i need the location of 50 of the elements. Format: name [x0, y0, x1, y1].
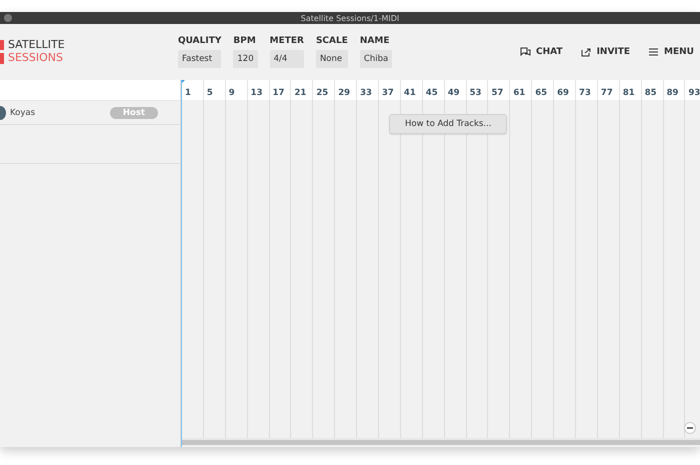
chat-button[interactable]: CHAT [520, 47, 563, 57]
bar-number: 29 [335, 80, 358, 100]
bar-number: 93 [685, 80, 700, 100]
bar-number: 33 [357, 80, 380, 100]
bar-number: 45 [422, 80, 445, 100]
chat-icon [520, 47, 532, 57]
bar-number: 73 [576, 80, 598, 100]
bar-number: 57 [488, 80, 510, 100]
zoom-out-icon[interactable] [684, 422, 696, 434]
setting-label: NAME [360, 36, 390, 46]
bar-number: 17 [270, 80, 292, 100]
bar-number: 85 [642, 80, 664, 100]
bar-number: 81 [620, 80, 642, 100]
share-icon [580, 47, 592, 57]
bar-number: 13 [248, 80, 270, 100]
bar-number: 89 [664, 80, 686, 100]
menu-button[interactable]: MENU [648, 47, 694, 57]
bar-number: 37 [379, 80, 401, 100]
setting-field[interactable]: 4/4 [270, 50, 304, 68]
setting-field[interactable]: Fastest [178, 50, 222, 68]
bar-number: 65 [532, 80, 554, 100]
scrollbar[interactable] [182, 438, 700, 445]
setting-field[interactable]: 120 [233, 50, 258, 68]
window-title: Satellite Sessions/1-MIDI [300, 14, 400, 22]
bar-number: 61 [510, 80, 532, 100]
invite-button[interactable]: INVITE [580, 47, 630, 57]
bar-number: 53 [466, 80, 488, 100]
bar-number: 21 [291, 80, 314, 100]
menu-icon [648, 47, 660, 57]
participant-name: Koyas [10, 108, 36, 118]
logo-text: SATELLITE [8, 39, 65, 52]
bar-number: 9 [226, 80, 248, 100]
bar-number: 25 [313, 80, 336, 100]
setting-label: BPM [233, 36, 257, 46]
setting-field[interactable]: None [316, 50, 348, 68]
role-badge: Host [110, 106, 158, 118]
setting-label: METER [270, 36, 304, 46]
add-tracks-button[interactable]: How to Add Tracks... [389, 114, 508, 134]
logo-text: SESSIONS [8, 52, 64, 65]
setting-field[interactable]: Chiba [360, 50, 392, 68]
setting-label: QUALITY [178, 36, 222, 46]
close-button[interactable] [4, 14, 12, 22]
bar-number: 49 [444, 80, 467, 100]
bar-number: 5 [204, 80, 226, 100]
bar-number: 41 [400, 80, 423, 100]
bar-number: 69 [554, 80, 576, 100]
bar-number: 77 [598, 80, 620, 100]
playhead-icon[interactable] [182, 80, 185, 84]
setting-label: SCALE [316, 36, 348, 46]
logo-icon [0, 40, 4, 64]
